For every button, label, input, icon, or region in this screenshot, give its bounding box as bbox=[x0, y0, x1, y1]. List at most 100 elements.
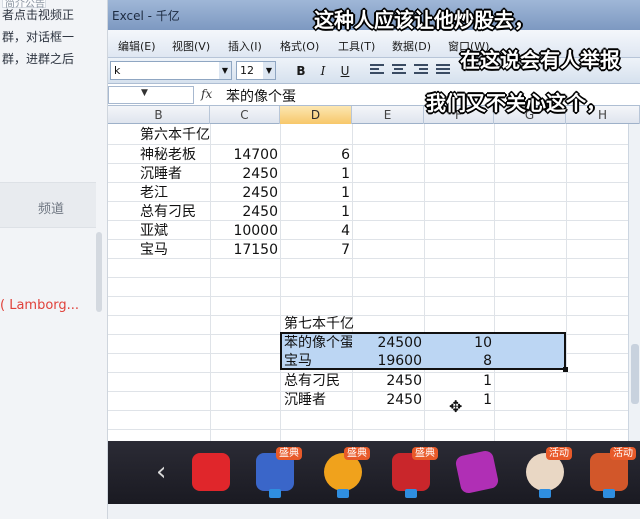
block2-name[interactable]: 宝马 bbox=[284, 352, 352, 371]
subtitle-line: 我们又不关心这个， bbox=[426, 91, 606, 115]
red-envelope-icon bbox=[192, 453, 230, 491]
chevron-down-icon: ▼ bbox=[141, 88, 148, 98]
block1-d-value[interactable]: 1 bbox=[280, 203, 350, 222]
scrollbar-thumb[interactable] bbox=[631, 344, 639, 404]
block1-d-value[interactable]: 1 bbox=[280, 184, 350, 203]
column-header-c[interactable]: C bbox=[210, 106, 280, 124]
column-header-d[interactable]: D bbox=[280, 106, 352, 124]
grid-row-line bbox=[108, 429, 628, 430]
lock-icon bbox=[269, 489, 281, 498]
lock-icon bbox=[337, 489, 349, 498]
grid-row-line bbox=[108, 410, 628, 411]
block2-f-value[interactable]: 8 bbox=[424, 352, 492, 371]
vertical-scrollbar[interactable] bbox=[628, 124, 640, 442]
block1-d-value[interactable]: 4 bbox=[280, 222, 350, 241]
block1-c-value[interactable]: 10000 bbox=[210, 222, 278, 241]
merge-center-icon[interactable] bbox=[436, 64, 450, 76]
lock-icon bbox=[603, 489, 615, 498]
fill-handle[interactable] bbox=[563, 367, 568, 372]
align-left-icon[interactable] bbox=[370, 64, 384, 76]
menu-edit[interactable]: 编辑(E) bbox=[118, 38, 156, 54]
chat-username[interactable]: ( Lamborg... bbox=[0, 298, 79, 313]
bottom-strip bbox=[108, 504, 640, 519]
block1-d-value[interactable]: 1 bbox=[280, 165, 350, 184]
name-box[interactable]: ▼ bbox=[108, 86, 194, 104]
block2-title[interactable]: 第七本千亿 bbox=[284, 315, 424, 334]
notice-text-line: 群，对话框一 bbox=[2, 30, 75, 44]
font-size-value: 12 bbox=[240, 64, 254, 77]
gift-red-envelope[interactable] bbox=[188, 447, 234, 497]
gift-item[interactable]: 活动 bbox=[586, 447, 636, 498]
lock-icon bbox=[539, 489, 551, 498]
chevron-down-icon: ▼ bbox=[263, 62, 275, 79]
font-size-select[interactable]: 12 ▼ bbox=[236, 61, 276, 80]
block2-e-value[interactable]: 2450 bbox=[352, 372, 422, 391]
font-name-value: k bbox=[114, 64, 121, 77]
subtitle-line: 这种人应该让他炒股去， bbox=[314, 8, 534, 32]
gift-tag: 盛典 bbox=[344, 447, 370, 460]
font-name-select[interactable]: k ▼ bbox=[110, 61, 232, 80]
notice-text-line: 群，进群之后 bbox=[2, 52, 75, 66]
block2-f-value[interactable]: 10 bbox=[424, 334, 492, 353]
gift-item[interactable]: 盛典 bbox=[320, 447, 370, 498]
menu-insert[interactable]: 插入(I) bbox=[228, 38, 262, 54]
gift-tag: 活动 bbox=[610, 447, 636, 460]
bold-button[interactable]: B bbox=[292, 62, 310, 80]
underline-button[interactable]: U bbox=[336, 62, 354, 80]
grid-column-line bbox=[566, 124, 567, 442]
gift-tag: 盛典 bbox=[412, 447, 438, 460]
block2-name[interactable]: 苯的像个蛋 bbox=[284, 334, 352, 353]
block2-name[interactable]: 总有刁民 bbox=[284, 372, 352, 391]
grid-row-line bbox=[108, 296, 628, 297]
chevron-down-icon: ▼ bbox=[219, 62, 231, 79]
block2-e-value[interactable]: 2450 bbox=[352, 391, 422, 410]
block1-c-value[interactable]: 14700 bbox=[210, 146, 278, 165]
menu-format[interactable]: 格式(O) bbox=[280, 38, 319, 54]
gift-item[interactable]: 活动 bbox=[522, 447, 572, 498]
menu-view[interactable]: 视图(V) bbox=[172, 38, 210, 54]
formula-input[interactable]: 苯的像个蛋 bbox=[226, 86, 296, 106]
align-center-icon[interactable] bbox=[392, 64, 406, 76]
chevron-left-icon[interactable]: ‹ bbox=[156, 457, 166, 487]
grid-row-line bbox=[108, 277, 628, 278]
card-gift-icon bbox=[454, 449, 500, 495]
italic-button[interactable]: I bbox=[314, 62, 332, 80]
window-title: Excel - 千亿 bbox=[112, 9, 180, 23]
gift-tag: 盛典 bbox=[276, 447, 302, 460]
block1-name[interactable]: 总有刁民 bbox=[140, 203, 210, 222]
block1-c-value[interactable]: 2450 bbox=[210, 203, 278, 222]
notice-text-line: 者点击视频正 bbox=[2, 8, 75, 22]
subtitle-line: 在这说会有人举报 bbox=[460, 48, 620, 72]
chat-scrollbar[interactable] bbox=[96, 232, 102, 312]
block1-name[interactable]: 亚斌 bbox=[140, 222, 210, 241]
block2-e-value[interactable]: 19600 bbox=[352, 352, 422, 371]
align-right-icon[interactable] bbox=[414, 64, 428, 76]
block2-e-value[interactable]: 24500 bbox=[352, 334, 422, 353]
gift-item[interactable]: 盛典 bbox=[388, 447, 438, 498]
block1-name[interactable]: 宝马 bbox=[140, 241, 210, 260]
lock-icon bbox=[405, 489, 417, 498]
column-header-b[interactable]: B bbox=[108, 106, 210, 124]
block1-c-value[interactable]: 2450 bbox=[210, 165, 278, 184]
block1-c-value[interactable]: 17150 bbox=[210, 241, 278, 260]
block1-title[interactable]: 第六本千亿 bbox=[140, 126, 280, 145]
menu-data[interactable]: 数据(D) bbox=[392, 38, 431, 54]
channel-tab[interactable]: 频道 bbox=[0, 182, 96, 228]
block1-name[interactable]: 沉睡者 bbox=[140, 165, 210, 184]
block1-name[interactable]: 神秘老板 bbox=[140, 146, 210, 165]
block2-name[interactable]: 沉睡者 bbox=[284, 391, 352, 410]
block1-d-value[interactable]: 6 bbox=[280, 146, 350, 165]
block1-c-value[interactable]: 2450 bbox=[210, 184, 278, 203]
fx-icon[interactable]: fx bbox=[201, 87, 212, 101]
block1-d-value[interactable]: 7 bbox=[280, 241, 350, 260]
channel-tab-label: 频道 bbox=[38, 202, 65, 217]
move-cursor-icon: ✥ bbox=[449, 397, 463, 416]
menu-tools[interactable]: 工具(T) bbox=[338, 38, 375, 54]
gift-item[interactable]: 盛典 bbox=[252, 447, 302, 498]
column-header-e[interactable]: E bbox=[352, 106, 424, 124]
block2-f-value[interactable]: 1 bbox=[424, 372, 492, 391]
gift-item[interactable] bbox=[454, 447, 500, 497]
worksheet-grid[interactable]: 第六本千亿 神秘老板 14700 6 沉睡者 2450 1 老江 2450 1 … bbox=[108, 124, 628, 442]
screen: 简介公告 者点击视频正 群，对话框一 群，进群之后 频道 ( Lamborg..… bbox=[0, 0, 640, 519]
block1-name[interactable]: 老江 bbox=[140, 184, 210, 203]
